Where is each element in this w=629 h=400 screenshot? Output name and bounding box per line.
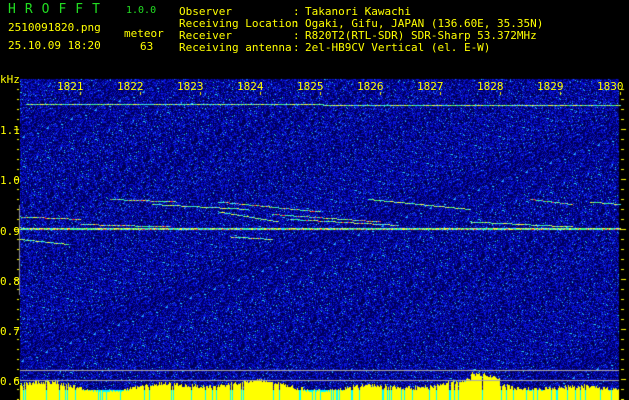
y-tick-label: 0.8 — [0, 275, 20, 288]
x-tick-label: 1826 — [357, 80, 384, 93]
info-value: 2el-HB9CV Vertical (el. E-W) — [305, 41, 491, 54]
spectrogram-waterfall — [0, 0, 629, 400]
app-title: HROFFT — [8, 2, 109, 17]
y-tick-label: 0.6 — [0, 375, 20, 388]
x-tick-label: 1827 — [417, 80, 444, 93]
x-tick-label: 1824 — [237, 80, 264, 93]
x-tick-label: 1821 — [57, 80, 84, 93]
y-tick-label: 0.7 — [0, 325, 20, 338]
colon: : — [293, 41, 300, 54]
app-version: 1.0.0 — [126, 5, 157, 16]
y-tick-label: 0.9 — [0, 225, 20, 238]
meteor-count: 63 — [140, 40, 154, 53]
x-tick-label: 1828 — [477, 80, 504, 93]
y-axis-unit: kHz — [0, 73, 20, 86]
y-tick-label: 1.1 — [0, 124, 20, 137]
y-tick-label: 1.0 — [0, 174, 20, 187]
info-label: Receiving antenna — [179, 41, 292, 54]
x-tick-label: 1823 — [177, 80, 204, 93]
x-tick-label: 1830 — [597, 80, 624, 93]
datetime: 25.10.09 18:20 — [8, 39, 101, 52]
x-tick-label: 1822 — [117, 80, 144, 93]
x-tick-label: 1829 — [537, 80, 564, 93]
meteor-label: meteor — [124, 27, 164, 40]
filename: 2510091820.png — [8, 21, 101, 34]
x-tick-label: 1825 — [297, 80, 324, 93]
